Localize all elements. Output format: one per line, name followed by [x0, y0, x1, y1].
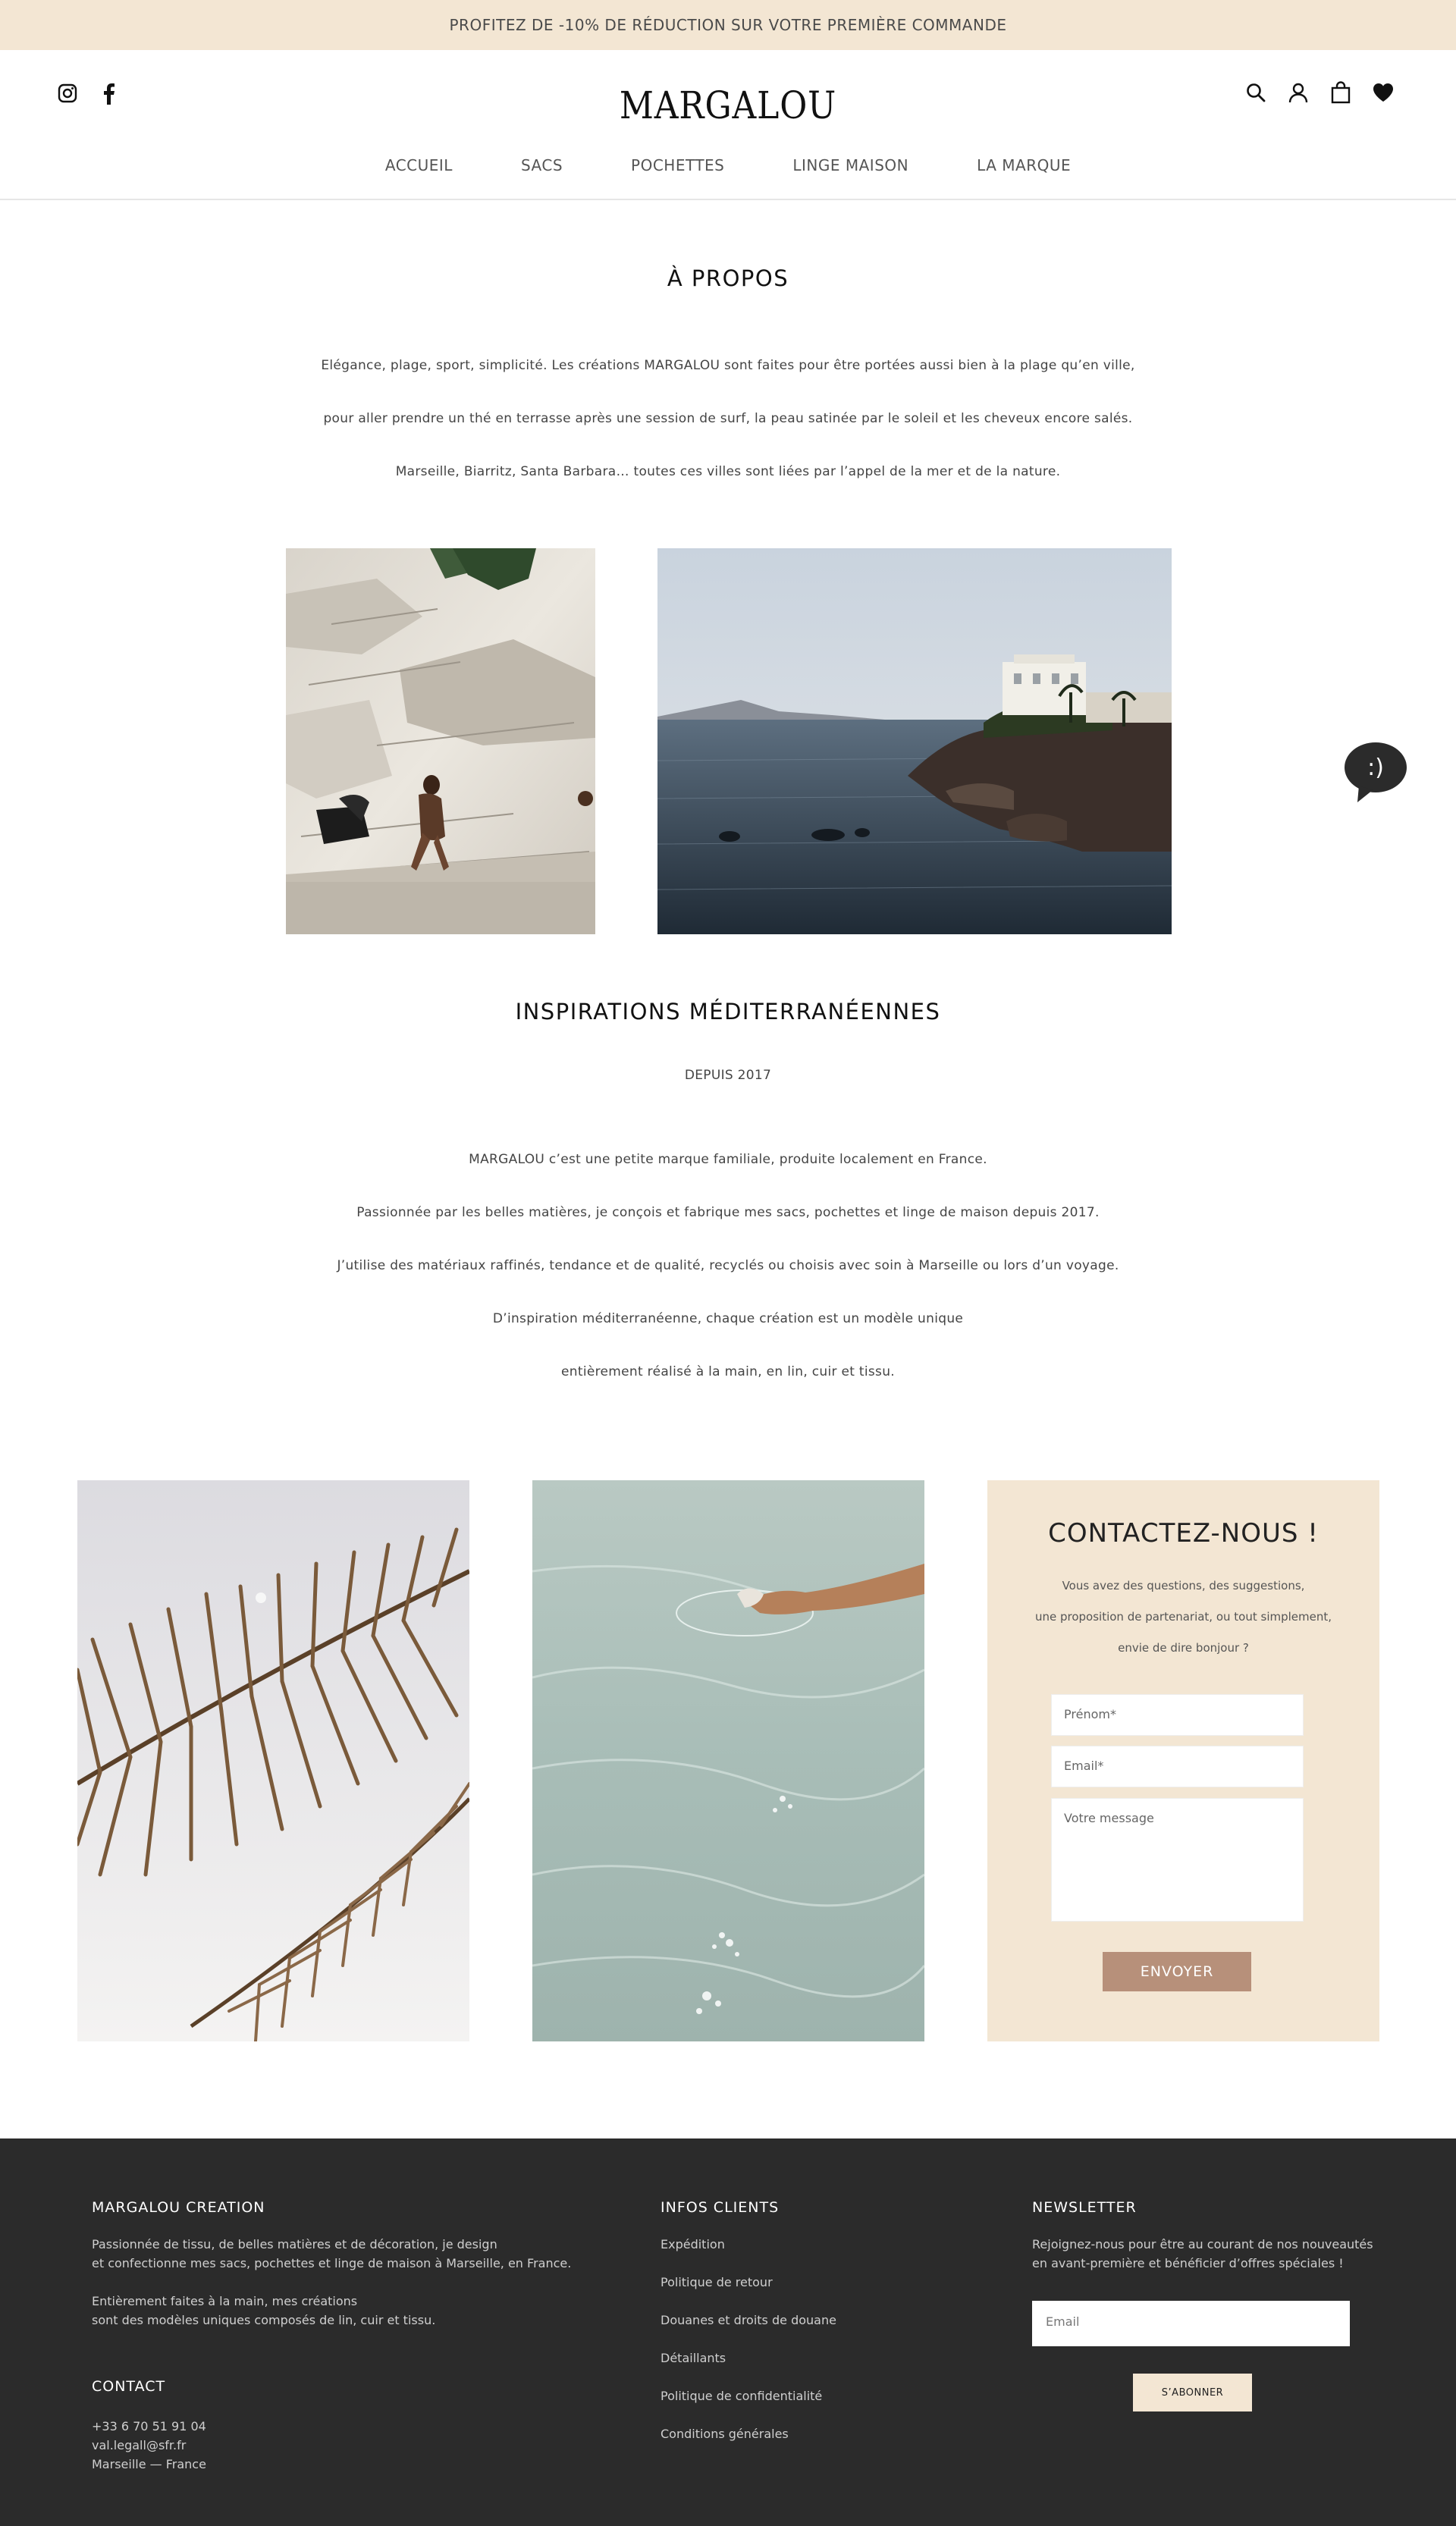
footer-about-title: MARGALOU CREATION — [92, 2199, 265, 2216]
water-hand-photo — [532, 1480, 924, 2041]
contact-text-line: Vous avez des questions, des suggestions… — [1062, 1579, 1305, 1592]
footer-link-douanes[interactable]: Douanes et droits de douane — [661, 2313, 836, 2327]
nav-item-accueil[interactable]: ACCUEIL — [385, 156, 453, 174]
user-icon[interactable] — [1286, 80, 1310, 105]
footer-location: Marseille — France — [92, 2457, 206, 2471]
palm-leaves-photo — [77, 1480, 469, 2041]
footer-info-title: INFOS CLIENTS — [661, 2199, 780, 2216]
footer-about-line: Passionnée de tissu, de belles matières … — [92, 2237, 497, 2251]
coastal-villa-photo — [657, 548, 1172, 934]
footer-about-line: sont des modèles uniques composés de lin… — [92, 2313, 436, 2327]
footer-about-line: et confectionne mes sacs, pochettes et l… — [92, 2256, 572, 2270]
inspirations-line: J’utilise des matériaux raffinés, tendan… — [337, 1258, 1119, 1273]
heart-icon[interactable] — [1371, 80, 1395, 105]
firstname-field[interactable]: Prénom* — [1051, 1694, 1304, 1736]
about-title: À PROPOS — [667, 265, 789, 291]
footer-newsletter-line: Rejoignez-nous pour être au courant de n… — [1032, 2237, 1373, 2251]
promo-banner: PROFITEZ DE -10% DE RÉDUCTION SUR VOTRE … — [0, 0, 1456, 50]
email-field[interactable]: Email* — [1051, 1746, 1304, 1787]
header-tools — [1244, 80, 1395, 105]
footer-link-detaillants[interactable]: Détaillants — [661, 2351, 726, 2365]
promo-text: PROFITEZ DE -10% DE RÉDUCTION SUR VOTRE … — [449, 16, 1007, 34]
chat-icon: :) — [1367, 755, 1384, 781]
newsletter-email-input[interactable]: Email — [1032, 2301, 1350, 2346]
search-icon[interactable] — [1244, 80, 1268, 105]
nav-item-la-marque[interactable]: LA MARQUE — [977, 156, 1071, 174]
about-line: Marseille, Biarritz, Santa Barbara… tout… — [395, 464, 1061, 479]
site-header: MARGALOU ACCUEIL SACS POCHETTES LINGE MA… — [0, 50, 1456, 200]
footer-newsletter-title: NEWSLETTER — [1032, 2199, 1137, 2216]
message-field[interactable]: Votre message — [1051, 1798, 1304, 1922]
inspirations-title: INSPIRATIONS MÉDITERRANÉENNES — [515, 999, 941, 1025]
footer-link-expedition[interactable]: Expédition — [661, 2237, 725, 2251]
send-button[interactable]: ENVOYER — [1103, 1952, 1251, 1991]
footer-link-confidentialite[interactable]: Politique de confidentialité — [661, 2389, 822, 2403]
footer-newsletter-line: en avant-première et bénéficier d’offres… — [1032, 2256, 1344, 2270]
inspirations-line: D’inspiration méditerranéenne, chaque cr… — [492, 1311, 964, 1326]
inspirations-subtitle: DEPUIS 2017 — [684, 1068, 772, 1083]
instagram-icon[interactable] — [56, 82, 79, 105]
nav-item-pochettes[interactable]: POCHETTES — [631, 156, 724, 174]
inspirations-line: entièrement réalisé à la main, en lin, c… — [561, 1364, 895, 1379]
contact-text-line: envie de dire bonjour ? — [1118, 1641, 1249, 1655]
chat-widget[interactable]: :) — [1344, 742, 1407, 802]
contact-title: CONTACTEZ-NOUS ! — [1048, 1518, 1319, 1549]
footer-phone: +33 6 70 51 91 04 — [92, 2419, 206, 2433]
nav-item-sacs[interactable]: SACS — [521, 156, 563, 174]
about-line: pour aller prendre un thé en terrasse ap… — [323, 411, 1133, 426]
nav-item-linge-maison[interactable]: LINGE MAISON — [792, 156, 908, 174]
contact-card: CONTACTEZ-NOUS ! Vous avez des questions… — [987, 1480, 1379, 2041]
footer-about-line: Entièrement faites à la main, mes créati… — [92, 2294, 358, 2308]
footer-email[interactable]: val.legall@sfr.fr — [92, 2436, 186, 2455]
brand-logo[interactable]: MARGALOU — [87, 83, 1369, 127]
subscribe-button[interactable]: S’ABONNER — [1133, 2374, 1252, 2411]
site-footer: MARGALOU CREATION Passionnée de tissu, d… — [0, 2138, 1456, 2526]
rocky-beach-photo — [286, 548, 595, 934]
footer-contact-title: CONTACT — [92, 2378, 166, 2395]
inspirations-line: MARGALOU c’est une petite marque familia… — [469, 1152, 987, 1167]
bag-icon[interactable] — [1329, 80, 1353, 105]
about-line: Elégance, plage, sport, simplicité. Les … — [321, 358, 1135, 373]
inspirations-line: Passionnée par les belles matières, je c… — [356, 1205, 1100, 1220]
contact-text-line: une proposition de partenariat, ou tout … — [1034, 1610, 1332, 1624]
footer-link-conditions[interactable]: Conditions générales — [661, 2427, 789, 2441]
main-nav: ACCUEIL SACS POCHETTES LINGE MAISON LA M… — [0, 156, 1456, 174]
footer-link-retour[interactable]: Politique de retour — [661, 2275, 773, 2289]
